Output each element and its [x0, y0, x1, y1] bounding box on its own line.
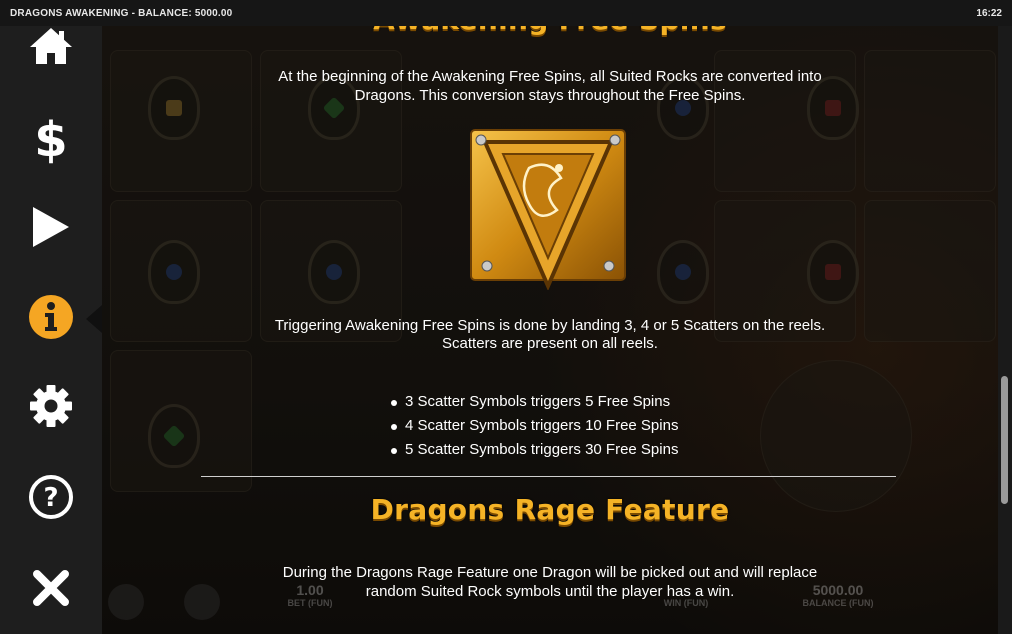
- home-icon: [30, 28, 72, 64]
- free-spins-list: 3 Scatter Symbols triggers 5 Free Spins …: [389, 390, 678, 462]
- svg-text:?: ?: [43, 483, 58, 513]
- list-item: 4 Scatter Symbols triggers 10 Free Spins: [389, 414, 678, 438]
- trigger-line-1: Triggering Awakening Free Spins is done …: [274, 317, 826, 334]
- help-button[interactable]: ?: [22, 471, 80, 523]
- play-icon: [33, 207, 69, 247]
- svg-text:$: $: [34, 112, 67, 164]
- list-item: 5 Scatter Symbols triggers 30 Free Spins: [389, 438, 678, 462]
- info-panel: Awakening Free Spins At the beginning of…: [102, 3, 998, 634]
- title-bar: DRAGONS AWAKENING - BALANCE: 5000.00 16:…: [0, 0, 1012, 26]
- trigger-line-2: Scatters are present on all reels.: [442, 335, 658, 352]
- close-icon: [33, 570, 69, 606]
- home-button[interactable]: [22, 20, 80, 72]
- bet-button[interactable]: $: [22, 112, 80, 164]
- gear-icon: [30, 385, 72, 427]
- rage-heading: Dragons Rage Feature: [370, 493, 730, 526]
- autoplay-button[interactable]: [22, 201, 80, 253]
- dollar-icon: $: [34, 112, 67, 164]
- close-button[interactable]: [22, 562, 80, 614]
- rage-line-1: During the Dragons Rage Feature one Drag…: [282, 564, 818, 581]
- scrollbar-thumb[interactable]: [1001, 376, 1008, 504]
- scrollbar-track[interactable]: [998, 26, 1012, 634]
- game-title: DRAGONS AWAKENING - BALANCE: 5000.00: [10, 8, 233, 19]
- section-divider: [201, 476, 896, 477]
- info-button[interactable]: [22, 291, 80, 343]
- settings-button[interactable]: [22, 380, 80, 432]
- question-icon: ?: [29, 475, 73, 519]
- scatter-symbol-icon: [470, 129, 626, 291]
- free-spins-intro-line-1: At the beginning of the Awakening Free S…: [278, 68, 822, 85]
- free-spins-intro-line-2: Dragons. This conversion stays throughou…: [354, 87, 746, 104]
- rage-line-2: random Suited Rock symbols until the pla…: [365, 583, 735, 600]
- active-indicator: [86, 305, 102, 333]
- scatter-symbol: [469, 128, 627, 291]
- clock: 16:22: [976, 8, 1002, 19]
- list-item: 3 Scatter Symbols triggers 5 Free Spins: [389, 390, 678, 414]
- info-icon: [29, 295, 73, 339]
